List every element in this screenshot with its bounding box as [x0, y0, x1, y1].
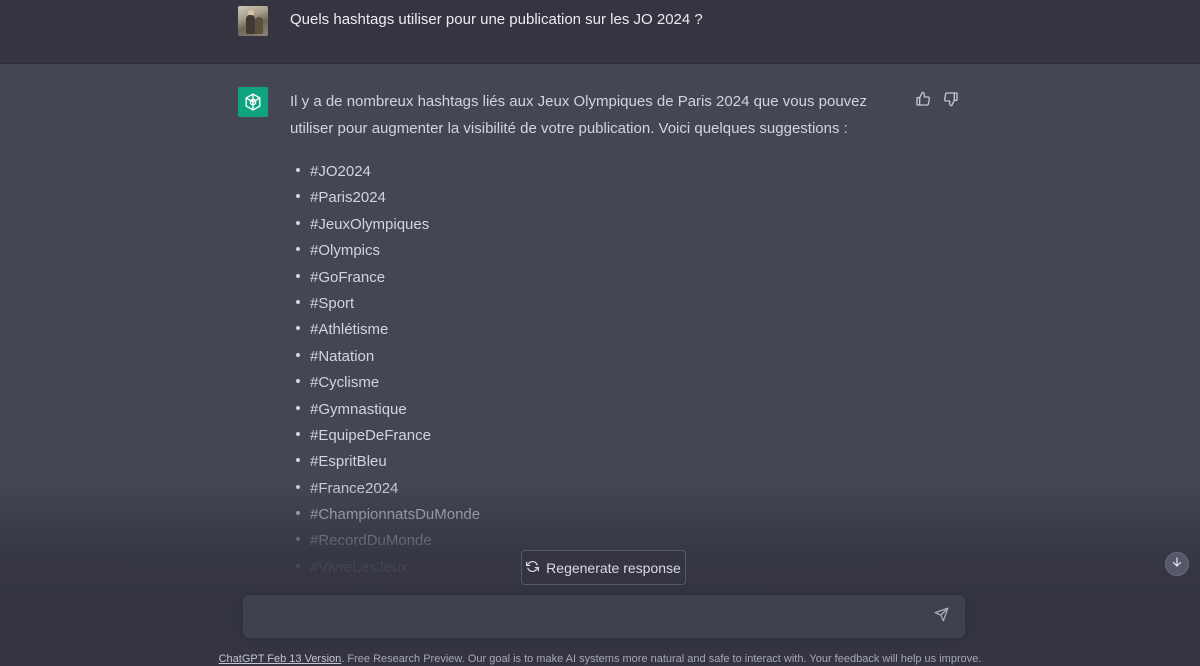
- list-item: #GoFrance: [290, 265, 690, 291]
- regenerate-response-button[interactable]: Regenerate response: [521, 550, 686, 585]
- paper-plane-icon: [934, 607, 949, 627]
- user-message-text: Quels hashtags utiliser pour une publica…: [290, 11, 703, 28]
- user-avatar: [238, 6, 268, 36]
- list-item: #France2024: [290, 476, 690, 502]
- arrow-down-icon: [1171, 555, 1183, 573]
- regenerate-label: Regenerate response: [546, 559, 681, 576]
- list-item: #Gymnastique: [290, 397, 690, 423]
- version-link[interactable]: ChatGPT Feb 13 Version: [219, 653, 342, 665]
- scroll-down-button[interactable]: [1165, 552, 1189, 576]
- list-item: #JeuxOlympiques: [290, 212, 690, 238]
- list-item: #Olympics: [290, 238, 690, 264]
- list-item: #Cyclisme: [290, 370, 690, 396]
- message-input[interactable]: [257, 606, 917, 628]
- message-composer: [243, 595, 965, 638]
- list-item: #EquipeDeFrance: [290, 423, 690, 449]
- list-item: #Natation: [290, 344, 690, 370]
- hashtag-list: #JO2024 #Paris2024 #JeuxOlympiques #Olym…: [290, 159, 690, 608]
- feedback-buttons: [914, 90, 960, 108]
- list-item: #Athlétisme: [290, 317, 690, 343]
- list-item: #JO2024: [290, 159, 690, 185]
- list-item: #Paris2024: [290, 185, 690, 211]
- footer-text: . Free Research Preview. Our goal is to …: [341, 653, 982, 665]
- assistant-intro-text: Il y a de nombreux hashtags liés aux Jeu…: [290, 93, 868, 137]
- list-item: #Sport: [290, 291, 690, 317]
- thumbs-up-icon[interactable]: [914, 90, 932, 108]
- openai-logo-icon: [238, 87, 268, 117]
- user-message-row: Quels hashtags utiliser pour une publica…: [0, 0, 1200, 64]
- refresh-icon: [526, 560, 540, 576]
- chat-page: Quels hashtags utiliser pour une publica…: [0, 0, 1200, 666]
- list-item: #EspritBleu: [290, 449, 690, 475]
- send-button[interactable]: [933, 607, 949, 627]
- list-item: #ChampionnatsDuMonde: [290, 502, 690, 528]
- footer-disclaimer: ChatGPT Feb 13 Version. Free Research Pr…: [0, 652, 1200, 666]
- thumbs-down-icon[interactable]: [942, 90, 960, 108]
